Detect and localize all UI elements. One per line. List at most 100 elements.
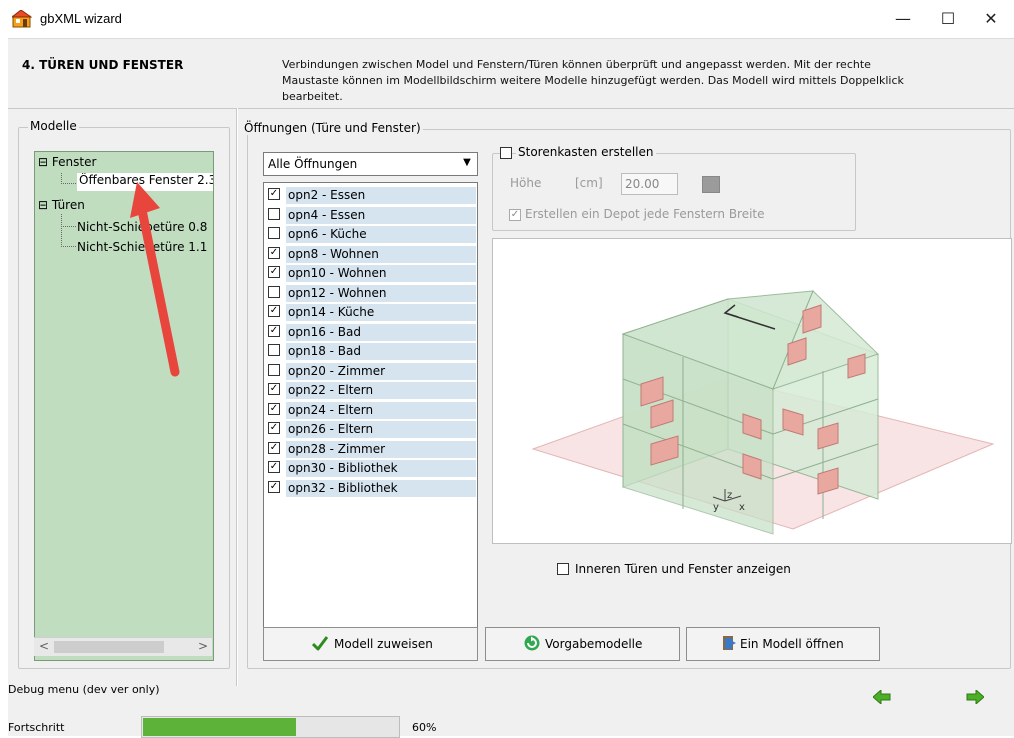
opening-checkbox[interactable] <box>268 344 280 356</box>
axis-x-label: x <box>739 502 745 513</box>
minimize-button[interactable]: — <box>880 6 926 32</box>
opening-list-item[interactable]: ✓ opn16 - Bad <box>266 322 476 341</box>
depot-checkbox[interactable]: ✓ <box>509 209 521 221</box>
opening-list-item[interactable]: opn12 - Wohnen <box>266 283 476 302</box>
opening-list-item[interactable]: ✓ opn24 - Eltern <box>266 400 476 419</box>
opening-checkbox[interactable] <box>268 227 280 239</box>
opening-checkbox[interactable] <box>268 285 280 298</box>
assign-model-label: Modell zuweisen <box>334 637 433 651</box>
house-3d-illustration: y z x <box>531 290 995 535</box>
model-preview-canvas[interactable]: y z x <box>492 238 1012 544</box>
opening-list-item[interactable]: ✓ opn14 - Küche <box>266 302 476 321</box>
openings-list[interactable]: ✓ opn2 - Essen opn4 - Essen opn6 - Küche ✓ op… <box>263 182 478 630</box>
maximize-button[interactable]: ☐ <box>925 6 971 32</box>
axis-y-label: y <box>713 502 719 513</box>
opening-label: opn26 - Eltern <box>286 421 476 438</box>
title-bar: gbXML wizard — ☐ ✕ <box>0 0 1014 38</box>
opening-checkbox[interactable]: ✓ <box>268 324 280 337</box>
opening-label: opn10 - Wohnen <box>286 265 476 282</box>
open-model-button[interactable]: Ein Modell öffnen <box>686 627 880 661</box>
opening-checkbox[interactable] <box>268 207 280 220</box>
opening-list-item[interactable]: ✓ opn10 - Wohnen <box>266 263 476 282</box>
opening-label: opn14 - Küche <box>286 304 476 321</box>
opening-list-item[interactable]: ✓ opn8 - Wohnen <box>266 244 476 263</box>
hoehe-input[interactable]: 20.00 <box>621 173 678 195</box>
scrollbar-thumb[interactable] <box>54 641 164 653</box>
opening-checkbox[interactable]: ✓ <box>268 188 280 200</box>
tree-node-tueren[interactable]: ⊟ Türen <box>38 198 85 212</box>
opening-label: opn22 - Eltern <box>286 382 476 399</box>
opening-list-item[interactable]: opn18 - Bad <box>266 341 476 360</box>
progress-fill <box>143 718 296 736</box>
opening-checkbox[interactable]: ✓ <box>268 402 280 415</box>
storenkasten-label: Storenkasten erstellen <box>516 145 656 159</box>
opening-checkbox[interactable]: ✓ <box>268 266 280 278</box>
opening-checkbox[interactable]: ✓ <box>268 480 280 493</box>
opening-list-item[interactable]: opn6 - Küche <box>266 224 476 243</box>
opening-checkbox[interactable]: ✓ <box>268 383 280 395</box>
opening-list-item[interactable]: ✓ opn30 - Bibliothek <box>266 458 476 477</box>
default-models-label: Vorgabemodelle <box>545 637 643 651</box>
progress-label: Fortschritt <box>8 721 65 734</box>
assign-model-button[interactable]: Modell zuweisen <box>263 627 478 661</box>
default-models-button[interactable]: Vorgabemodelle <box>485 627 680 661</box>
opening-list-item[interactable]: opn20 - Zimmer <box>266 361 476 380</box>
opening-checkbox[interactable]: ✓ <box>268 246 280 259</box>
opening-checkbox[interactable]: ✓ <box>268 461 280 473</box>
annotation-arrow-icon <box>130 182 180 377</box>
open-door-icon <box>723 636 736 650</box>
opening-label: opn32 - Bibliothek <box>286 479 476 497</box>
app-icon <box>12 10 32 28</box>
collapse-icon[interactable]: ⊟ <box>38 155 48 169</box>
opening-label: opn2 - Essen <box>286 187 476 204</box>
opening-label: opn16 - Bad <box>286 323 476 341</box>
opening-label: opn4 - Essen <box>286 206 476 224</box>
opening-label: opn28 - Zimmer <box>286 440 476 458</box>
close-button[interactable]: ✕ <box>968 6 1014 32</box>
progress-percent: 60% <box>412 721 437 734</box>
opening-filter-select[interactable]: Alle Öffnungen ▼ <box>263 152 478 176</box>
oeffnungen-group-label: Öffnungen (Türe und Fenster) <box>242 121 423 135</box>
forward-arrow-icon[interactable] <box>966 690 984 704</box>
tree-connector <box>61 214 76 227</box>
axis-z-label: z <box>727 490 732 501</box>
opening-list-item[interactable]: ✓ opn2 - Essen <box>266 185 476 204</box>
opening-list-item[interactable]: opn4 - Essen <box>266 205 476 224</box>
storenkasten-checkbox[interactable] <box>500 147 512 159</box>
debug-menu[interactable]: Debug menu (dev ver only) <box>8 683 160 696</box>
depot-label: Erstellen ein Depot jede Fenstern Breite <box>525 207 765 221</box>
inner-doors-checkbox[interactable] <box>557 563 569 575</box>
tree-node-label: Türen <box>51 198 85 212</box>
opening-checkbox[interactable]: ✓ <box>268 422 280 434</box>
opening-list-item[interactable]: ✓ opn22 - Eltern <box>266 380 476 399</box>
opening-list-item[interactable]: ✓ opn26 - Eltern <box>266 419 476 438</box>
opening-list-item[interactable]: ✓ opn32 - Bibliothek <box>266 478 476 497</box>
scroll-right-icon[interactable]: > <box>198 639 208 653</box>
scroll-left-icon[interactable]: < <box>39 639 49 653</box>
opening-label: opn8 - Wohnen <box>286 245 476 263</box>
open-model-label: Ein Modell öffnen <box>740 637 844 651</box>
tree-node-fenster[interactable]: ⊟ Fenster <box>38 155 96 169</box>
collapse-icon[interactable]: ⊟ <box>38 198 48 212</box>
inner-doors-label: Inneren Türen und Fenster anzeigen <box>575 562 791 576</box>
tree-connector <box>61 228 76 247</box>
opening-checkbox[interactable]: ✓ <box>268 441 280 454</box>
tree-horizontal-scrollbar[interactable]: < > <box>34 637 212 656</box>
step-title: 4. TÜREN UND FENSTER <box>22 58 184 72</box>
opening-label: opn24 - Eltern <box>286 401 476 419</box>
tree-node-label: Fenster <box>51 155 97 169</box>
panel-divider <box>236 108 238 686</box>
opening-checkbox[interactable] <box>268 363 280 376</box>
opening-label: opn6 - Küche <box>286 226 476 243</box>
color-swatch[interactable] <box>702 176 720 193</box>
chevron-down-icon[interactable]: ▼ <box>459 155 475 171</box>
checkmark-icon <box>312 636 328 651</box>
opening-label: opn18 - Bad <box>286 343 476 360</box>
opening-checkbox[interactable]: ✓ <box>268 305 280 317</box>
opening-label: opn20 - Zimmer <box>286 362 476 380</box>
step-description: Verbindungen zwischen Model und Fenstern… <box>282 58 904 103</box>
back-arrow-icon[interactable] <box>873 690 891 704</box>
filter-value: Alle Öffnungen <box>268 157 358 171</box>
opening-list-item[interactable]: ✓ opn28 - Zimmer <box>266 439 476 458</box>
modelle-group-label: Modelle <box>28 119 79 133</box>
